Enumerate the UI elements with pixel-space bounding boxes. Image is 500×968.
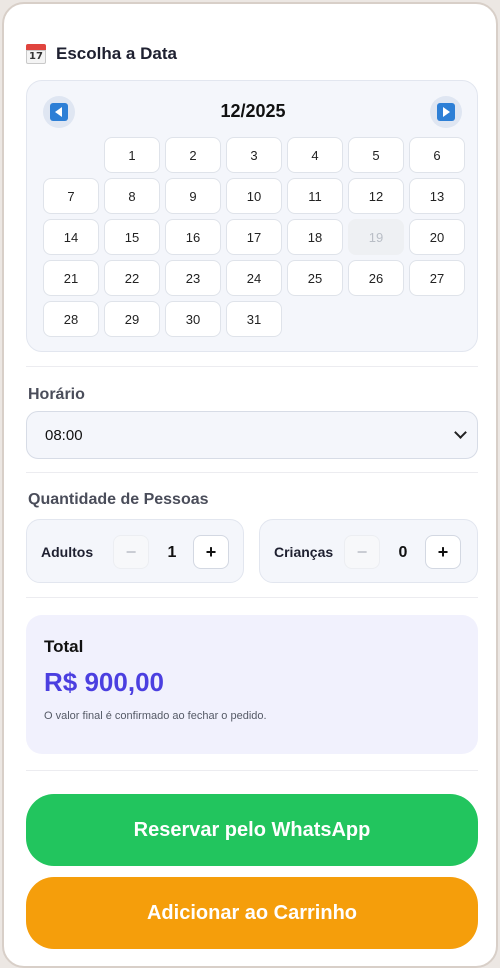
calendar-day[interactable]: 31 (226, 301, 282, 337)
total-note: O valor final é confirmado ao fechar o p… (44, 710, 267, 722)
calendar-day[interactable]: 12 (348, 178, 404, 214)
calendar-day[interactable]: 16 (165, 219, 221, 255)
calendar-day[interactable]: 22 (104, 260, 160, 296)
total-box: Total R$ 900,00 O valor final é confirma… (26, 615, 478, 754)
calendar-day[interactable]: 13 (409, 178, 465, 214)
add-to-cart-button[interactable]: Adicionar ao Carrinho (26, 877, 478, 949)
calendar-month-label: 12/2025 (220, 101, 286, 121)
children-value: 0 (398, 544, 408, 561)
calendar-day[interactable]: 27 (409, 260, 465, 296)
time-label: Horário (28, 386, 85, 403)
calendar-day[interactable]: 11 (287, 178, 343, 214)
adults-increment-button[interactable]: + (193, 535, 229, 569)
calendar-day[interactable]: 24 (226, 260, 282, 296)
calendar-day[interactable]: 3 (226, 137, 282, 173)
calendar-day-blank (43, 137, 99, 173)
calendar-day[interactable]: 9 (165, 178, 221, 214)
time-select[interactable]: 08:00 (26, 411, 478, 459)
total-label: Total (44, 637, 84, 656)
calendar-day[interactable]: 14 (43, 219, 99, 255)
calendar-day[interactable]: 10 (226, 178, 282, 214)
people-label: Quantidade de Pessoas (28, 491, 209, 508)
calendar: 12/2025 1 2 3 4 5 6 7 8 9 10 11 12 13 14 15 16 17 18 19 20 2… (26, 80, 478, 352)
adults-value: 1 (167, 544, 177, 561)
adults-decrement-button[interactable]: − (113, 535, 149, 569)
time-select-value: 08:00 (45, 426, 83, 444)
calendar-day[interactable]: 21 (43, 260, 99, 296)
calendar-day[interactable]: 15 (104, 219, 160, 255)
calendar-day[interactable]: 29 (104, 301, 160, 337)
children-label: Crianças (274, 544, 334, 560)
calendar-day[interactable]: 1 (104, 137, 160, 173)
next-month-button[interactable] (430, 96, 462, 128)
calendar-icon: 17 (26, 44, 46, 64)
calendar-day[interactable]: 5 (348, 137, 404, 173)
divider (26, 472, 478, 473)
calendar-day[interactable]: 8 (104, 178, 160, 214)
calendar-day[interactable]: 30 (165, 301, 221, 337)
calendar-day[interactable]: 18 (287, 219, 343, 255)
divider (26, 770, 478, 771)
arrow-right-icon (437, 103, 455, 121)
divider (26, 366, 478, 367)
adults-counter: Adultos − 1 + (26, 519, 244, 583)
children-decrement-button[interactable]: − (344, 535, 380, 569)
calendar-day[interactable]: 26 (348, 260, 404, 296)
calendar-day[interactable]: 25 (287, 260, 343, 296)
calendar-day[interactable]: 17 (226, 219, 282, 255)
calendar-day[interactable]: 20 (409, 219, 465, 255)
calendar-day[interactable]: 4 (287, 137, 343, 173)
calendar-day[interactable]: 28 (43, 301, 99, 337)
children-counter: Crianças − 0 + (259, 519, 478, 583)
date-section-title: Escolha a Data (56, 44, 177, 63)
total-value: R$ 900,00 (44, 667, 164, 697)
whatsapp-reserve-button[interactable]: Reservar pelo WhatsApp (26, 794, 478, 866)
divider (26, 597, 478, 598)
calendar-day[interactable]: 23 (165, 260, 221, 296)
adults-label: Adultos (41, 544, 94, 560)
booking-card: 17 Escolha a Data 12/2025 1 2 3 4 5 6 7 8 9 10 11 1… (2, 2, 498, 968)
calendar-day[interactable]: 6 (409, 137, 465, 173)
calendar-day[interactable]: 2 (165, 137, 221, 173)
children-increment-button[interactable]: + (425, 535, 461, 569)
calendar-day[interactable]: 7 (43, 178, 99, 214)
chevron-down-icon (454, 426, 467, 439)
date-section-header: 17 Escolha a Data (26, 44, 177, 64)
calendar-day-grid: 1 2 3 4 5 6 7 8 9 10 11 12 13 14 15 16 17 18 19 20 21 22 23 24 2… (43, 137, 465, 337)
calendar-day: 19 (348, 219, 404, 255)
